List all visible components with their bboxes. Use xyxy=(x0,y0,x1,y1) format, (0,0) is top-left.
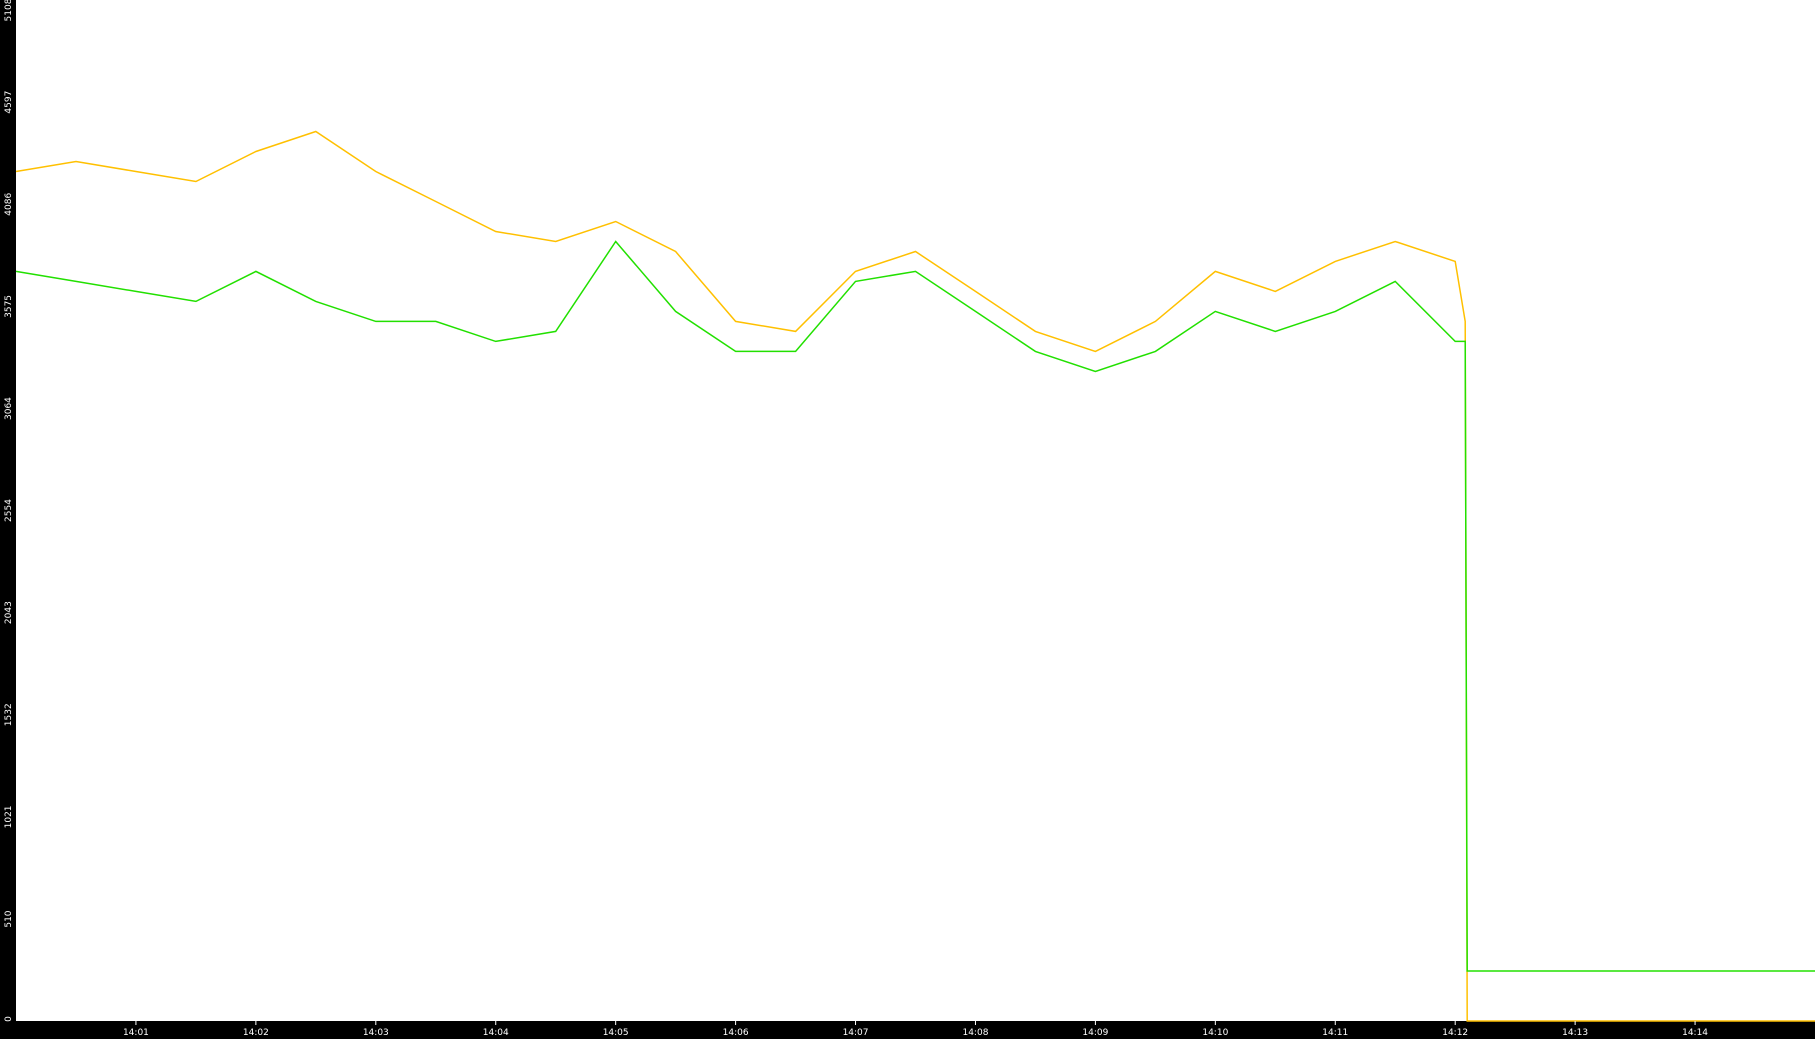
y-tick-label: 3064 xyxy=(4,397,14,420)
x-tick-label: 14:08 xyxy=(962,1028,988,1038)
x-tick-label: 14:14 xyxy=(1682,1028,1708,1038)
y-tick-label: 2554 xyxy=(4,499,14,522)
x-axis-band xyxy=(0,1021,1815,1039)
x-tick-label: 14:11 xyxy=(1322,1028,1348,1038)
plot-background xyxy=(0,0,1815,1039)
x-tick-label: 14:03 xyxy=(363,1028,389,1038)
x-tick-label: 14:01 xyxy=(123,1028,149,1038)
x-tick-label: 14:09 xyxy=(1082,1028,1108,1038)
x-tick-label: 14:06 xyxy=(723,1028,749,1038)
y-tick-label: 5108 xyxy=(4,0,14,21)
y-tick-label: 4086 xyxy=(4,193,14,216)
x-tick-label: 14:05 xyxy=(603,1028,629,1038)
x-tick-label: 14:12 xyxy=(1442,1028,1468,1038)
time-series-chart: 0 510 1021 1532 2043 2554 3064 3575 4086 4597 5108… xyxy=(0,0,1815,1039)
x-tick-label: 14:02 xyxy=(243,1028,269,1038)
x-tick-label: 14:13 xyxy=(1562,1028,1588,1038)
y-tick-label: 0 xyxy=(4,1016,14,1022)
x-tick-label: 14:04 xyxy=(483,1028,509,1038)
y-tick-label: 4597 xyxy=(4,91,14,114)
y-tick-label: 1021 xyxy=(4,805,14,828)
x-tick-label: 14:07 xyxy=(843,1028,869,1038)
y-tick-label: 1532 xyxy=(4,703,14,726)
y-tick-label: 3575 xyxy=(4,295,14,318)
y-tick-label: 510 xyxy=(4,910,14,927)
y-tick-label: 2043 xyxy=(4,601,14,624)
x-tick-label: 14:10 xyxy=(1202,1028,1228,1038)
